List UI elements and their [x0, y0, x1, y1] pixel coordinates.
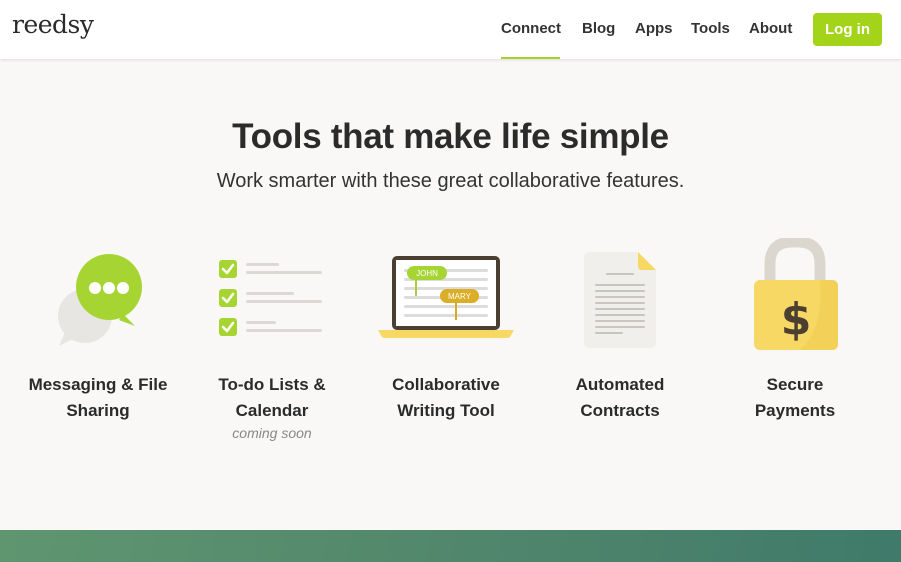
dollar-symbol: $: [781, 294, 812, 345]
reedsy-logo[interactable]: reedsy: [12, 10, 94, 39]
login-button[interactable]: Log in: [813, 13, 882, 46]
chat-bubbles-icon: [58, 254, 142, 346]
laptop-collab-icon: JOHN MARY: [378, 256, 514, 338]
feature-secure-payments: $ Secure Payments: [708, 238, 882, 424]
nav-tools[interactable]: Tools: [691, 0, 730, 59]
feature-contracts: Automated Contracts: [533, 238, 707, 424]
padlock-dollar-icon: $: [754, 238, 838, 350]
nav-blog[interactable]: Blog: [582, 0, 615, 59]
checklist-icon: [219, 260, 322, 336]
hero-title: Tools that make life simple: [232, 117, 669, 156]
nav-connect[interactable]: Connect: [501, 0, 561, 59]
top-navigation-bar: reedsy Connect Blog Apps Tools About Log…: [0, 0, 901, 59]
mary-tag: MARY: [448, 292, 472, 301]
feature-todo: To-do Lists & Calendar coming soon: [185, 238, 359, 441]
john-tag: JOHN: [416, 269, 438, 278]
feature-messaging: Messaging & File Sharing: [11, 238, 185, 424]
feature-label: To-do Lists & Calendar: [218, 375, 326, 420]
feature-collaborative-writing: JOHN MARY Collaborative Writing Tool: [359, 238, 533, 424]
feature-label: Collaborative Writing Tool: [392, 375, 500, 420]
hero-subtitle: Work smarter with these great collaborat…: [216, 170, 685, 192]
nav-apps[interactable]: Apps: [635, 0, 673, 59]
feature-label: Automated Contracts: [575, 375, 665, 420]
nav-about[interactable]: About: [749, 0, 792, 59]
document-icon: [584, 252, 656, 348]
coming-soon-note: coming soon: [232, 425, 312, 441]
feature-label: Messaging & File Sharing: [28, 375, 168, 420]
next-section-band: [0, 530, 901, 562]
feature-label: Secure Payments: [754, 375, 836, 420]
